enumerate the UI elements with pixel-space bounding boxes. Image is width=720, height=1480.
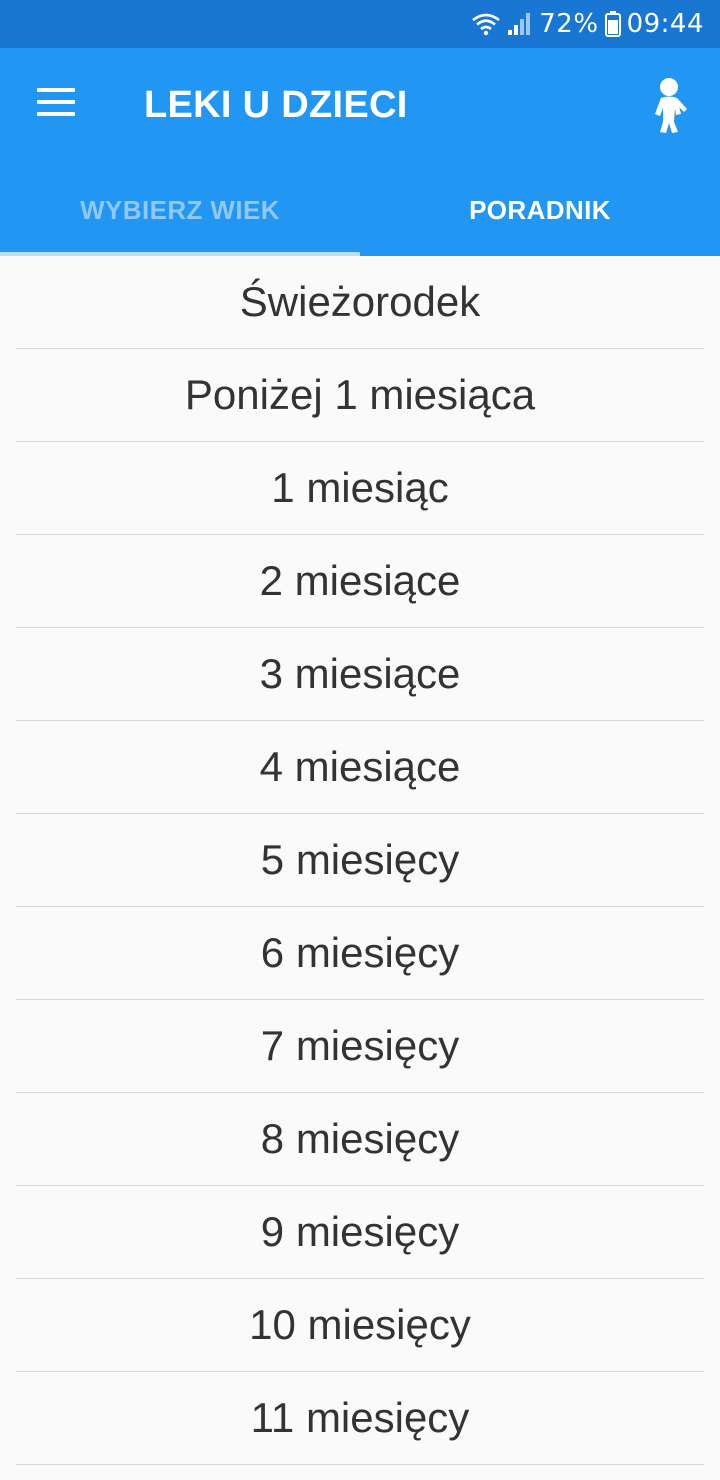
age-item-swiezorodek[interactable]: Świeżorodek bbox=[16, 256, 704, 349]
child-figure-icon[interactable] bbox=[646, 74, 696, 136]
age-item-9-miesiecy[interactable]: 9 miesięcy bbox=[16, 1186, 704, 1279]
clock: 09:44 bbox=[626, 9, 704, 39]
signal-icon bbox=[507, 12, 533, 36]
tab-wybierz-wiek[interactable]: WYBIERZ WIEK bbox=[0, 164, 360, 256]
tab-label: WYBIERZ WIEK bbox=[80, 194, 280, 225]
app-bar: LEKI U DZIECI bbox=[0, 48, 720, 164]
wifi-icon bbox=[471, 12, 501, 36]
age-item-10-miesiecy[interactable]: 10 miesięcy bbox=[16, 1279, 704, 1372]
tab-bar: WYBIERZ WIEK PORADNIK bbox=[0, 164, 720, 256]
age-item-ponizej-1-miesiaca[interactable]: Poniżej 1 miesiąca bbox=[16, 349, 704, 442]
age-item-8-miesiecy[interactable]: 8 miesięcy bbox=[16, 1093, 704, 1186]
age-item-4-miesiace[interactable]: 4 miesiące bbox=[16, 721, 704, 814]
age-item-1-miesiac[interactable]: 1 miesiąc bbox=[16, 442, 704, 535]
tab-poradnik[interactable]: PORADNIK bbox=[360, 164, 720, 256]
age-item-6-miesiecy[interactable]: 6 miesięcy bbox=[16, 907, 704, 1000]
battery-percent: 72% bbox=[539, 9, 599, 39]
age-item-5-miesiecy[interactable]: 5 miesięcy bbox=[16, 814, 704, 907]
battery-icon bbox=[604, 11, 621, 37]
age-item-11-miesiecy[interactable]: 11 miesięcy bbox=[16, 1372, 704, 1465]
status-bar: 72% 09:44 bbox=[0, 0, 720, 48]
tab-label: PORADNIK bbox=[469, 194, 611, 225]
age-item-2-miesiace[interactable]: 2 miesiące bbox=[16, 535, 704, 628]
age-item-7-miesiecy[interactable]: 7 miesięcy bbox=[16, 1000, 704, 1093]
hamburger-menu-icon[interactable] bbox=[24, 74, 88, 130]
age-list: Świeżorodek Poniżej 1 miesiąca 1 miesiąc… bbox=[0, 256, 720, 1465]
age-item-3-miesiace[interactable]: 3 miesiące bbox=[16, 628, 704, 721]
app-title: LEKI U DZIECI bbox=[144, 84, 408, 126]
